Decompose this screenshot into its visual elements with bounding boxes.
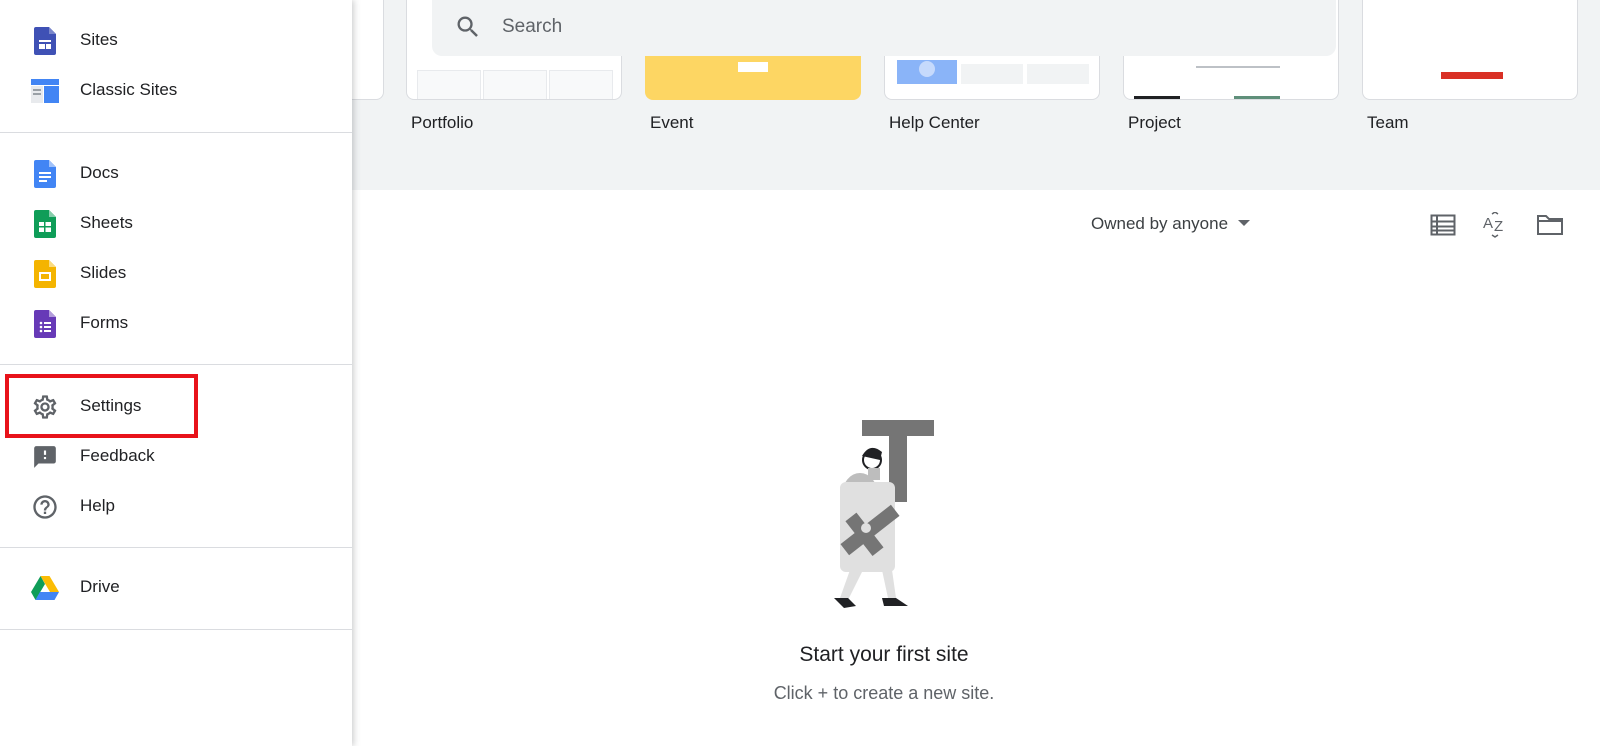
drawer-item-label: Feedback bbox=[80, 446, 155, 465]
drawer-divider bbox=[0, 132, 352, 133]
sheets-icon bbox=[30, 210, 60, 238]
dropdown-arrow-icon bbox=[1238, 220, 1251, 226]
list-view-icon bbox=[1430, 214, 1456, 236]
svg-text:A: A bbox=[1483, 215, 1493, 232]
drawer-item-sheets[interactable]: Sheets bbox=[0, 199, 352, 247]
forms-icon bbox=[30, 310, 60, 338]
drawer-item-label: Sheets bbox=[80, 213, 133, 232]
drawer-item-feedback[interactable]: Feedback bbox=[0, 432, 352, 480]
template-label-event: Event bbox=[650, 113, 694, 132]
drawer-divider bbox=[0, 364, 352, 365]
search-icon[interactable] bbox=[454, 13, 482, 46]
folder-icon bbox=[1537, 215, 1563, 235]
settings-highlight-box bbox=[5, 374, 198, 438]
slides-icon bbox=[30, 260, 60, 288]
drawer-divider bbox=[0, 629, 352, 630]
svg-text:Z: Z bbox=[1494, 218, 1503, 235]
owner-filter-label: Owned by anyone bbox=[1091, 214, 1229, 233]
drawer-item-label: Forms bbox=[80, 313, 129, 332]
drive-icon bbox=[30, 575, 60, 601]
list-view-button[interactable] bbox=[1428, 210, 1458, 240]
template-label-help-center: Help Center bbox=[889, 113, 980, 132]
empty-state-illustration bbox=[834, 420, 934, 608]
template-label-team: Team bbox=[1367, 113, 1409, 132]
template-label-project: Project bbox=[1128, 113, 1181, 132]
drawer-item-sites[interactable]: Sites bbox=[0, 16, 352, 64]
drawer-item-drive[interactable]: Drive bbox=[0, 563, 352, 611]
search-input[interactable] bbox=[502, 16, 1202, 38]
help-icon bbox=[30, 494, 60, 520]
drawer-item-forms[interactable]: Forms bbox=[0, 299, 352, 347]
folder-button[interactable] bbox=[1535, 210, 1565, 240]
sites-icon bbox=[30, 27, 60, 55]
drawer-item-label: Sites bbox=[80, 30, 118, 49]
classic-sites-icon bbox=[30, 78, 60, 104]
drawer-item-label: Classic Sites bbox=[80, 80, 178, 99]
sort-az-icon: A Z bbox=[1483, 212, 1503, 238]
feedback-icon bbox=[30, 444, 60, 470]
drawer-item-slides[interactable]: Slides bbox=[0, 249, 352, 297]
navigation-drawer: Sites Classic Sites Docs Sheets Slides F… bbox=[0, 0, 352, 746]
owner-filter-dropdown[interactable]: Owned by anyone bbox=[1091, 214, 1251, 234]
drawer-item-label: Drive bbox=[80, 577, 120, 596]
sort-button[interactable]: A Z bbox=[1481, 210, 1511, 240]
template-label-portfolio: Portfolio bbox=[411, 113, 474, 132]
search-bar[interactable] bbox=[432, 0, 1336, 56]
drawer-item-classic-sites[interactable]: Classic Sites bbox=[0, 66, 352, 114]
drawer-divider bbox=[0, 547, 352, 548]
drawer-item-docs[interactable]: Docs bbox=[0, 149, 352, 197]
template-thumbnail-team[interactable] bbox=[1362, 0, 1578, 100]
drawer-item-label: Slides bbox=[80, 263, 127, 282]
drawer-item-label: Docs bbox=[80, 163, 119, 182]
drawer-item-help[interactable]: Help bbox=[0, 482, 352, 530]
drawer-item-label: Help bbox=[80, 496, 115, 515]
docs-icon bbox=[30, 160, 60, 188]
